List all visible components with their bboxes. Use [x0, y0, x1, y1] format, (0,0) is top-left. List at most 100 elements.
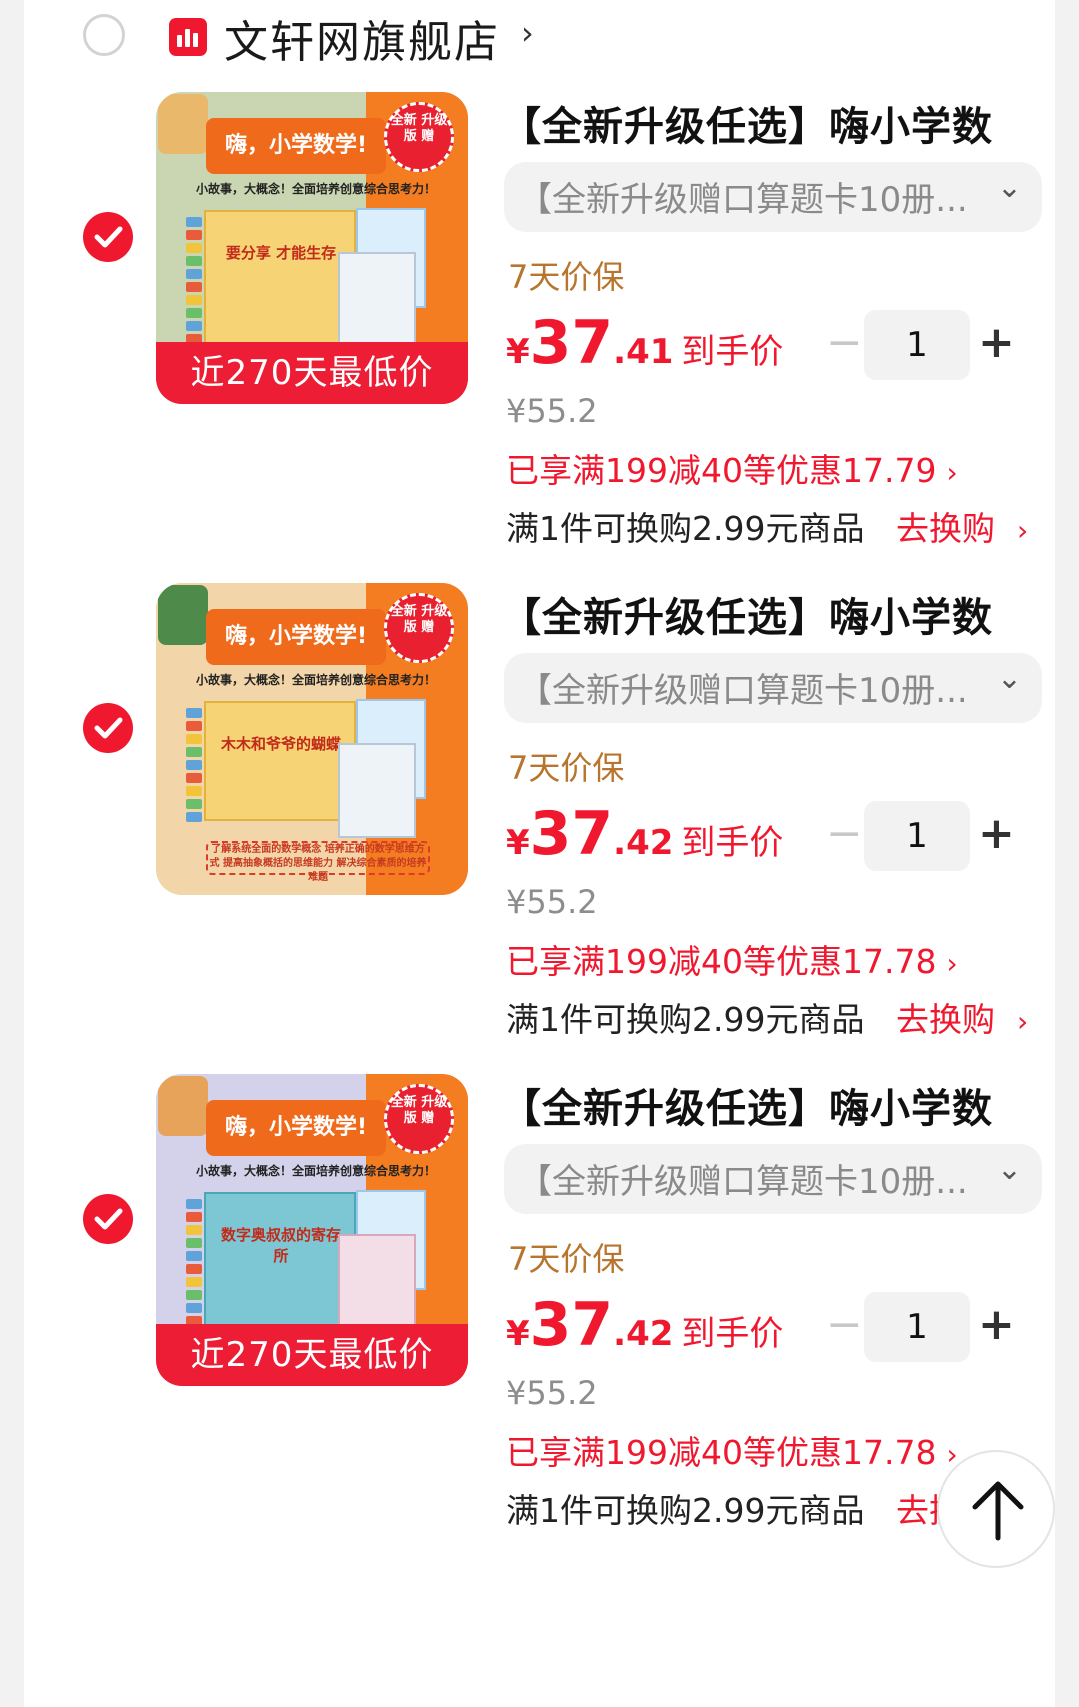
- final-price: ¥37.42 到手价: [506, 799, 783, 869]
- product-title[interactable]: 【全新升级任选】嗨小学数: [501, 585, 993, 643]
- increase-button[interactable]: +: [978, 310, 1015, 380]
- price-integer: 37: [529, 799, 614, 869]
- final-price: ¥37.42 到手价: [506, 1290, 783, 1360]
- cart-item: 嗨，小学数学! 全新 升级版 赠 小故事，大概念！全面培养创意综合思考力！ 要分…: [24, 92, 1055, 627]
- thumb-tagline: 小故事，大概念！全面培养创意综合思考力！: [195, 1164, 436, 1178]
- final-price: ¥37.41 到手价: [506, 308, 783, 378]
- item-check-icon[interactable]: [83, 212, 133, 262]
- exercise-book-cover: [338, 743, 416, 838]
- quantity-value[interactable]: 1: [864, 1292, 970, 1362]
- price-guarantee-tag: 7天价保: [508, 258, 625, 296]
- lowest-price-badge: 近270天最低价: [156, 342, 468, 404]
- price-guarantee-tag: 7天价保: [508, 1240, 625, 1278]
- product-thumbnail[interactable]: 嗨，小学数学! 全新 升级版 赠 小故事，大概念！全面培养创意综合思考力！ 要分…: [156, 92, 468, 404]
- variant-selector[interactable]: 【全新升级赠口算题卡10册... ⌄: [504, 653, 1042, 723]
- price-decimal: .42: [613, 1314, 674, 1354]
- promo-detail-link[interactable]: 已享满199减40等优惠17.78 ›: [506, 1426, 958, 1474]
- exchange-offer-text: 满1件可换购2.99元商品: [506, 509, 865, 548]
- exchange-offer-text: 满1件可换购2.99元商品: [506, 1491, 865, 1530]
- cartoon-robot-icon: [158, 585, 208, 645]
- shop-header[interactable]: 文轩网旗舰店 ›: [24, 0, 1055, 72]
- exchange-link-label: 去换购: [896, 509, 995, 548]
- original-price: ¥55.2: [506, 883, 598, 921]
- back-to-top-button[interactable]: [937, 1450, 1055, 1568]
- cart-item: 嗨，小学数学! 全新 升级版 赠 小故事，大概念！全面培养创意综合思考力！ 木木…: [24, 583, 1055, 1118]
- chevron-right-icon: ›: [1017, 514, 1029, 547]
- book-spines: [186, 1199, 202, 1339]
- price-label: 到手价: [681, 1314, 784, 1354]
- book-spines: [186, 217, 202, 357]
- shop-select-radio[interactable]: [83, 14, 125, 56]
- quantity-value[interactable]: 1: [864, 801, 970, 871]
- price-label: 到手价: [681, 332, 784, 372]
- promo-text: 已享满199减40等优惠17.79: [506, 451, 937, 490]
- original-price: ¥55.2: [506, 1374, 598, 1412]
- quantity-stepper[interactable]: − 1 +: [824, 801, 1024, 871]
- thumb-note: 了解系统全面的数学概念 培养正确的数学思维方式 提高抽象概括的思维能力 解决综合…: [206, 841, 430, 883]
- price-currency: ¥: [506, 1314, 530, 1354]
- thumb-banner: 嗨，小学数学!: [206, 609, 386, 665]
- variant-text: 【全新升级赠口算题卡10册...: [518, 671, 968, 711]
- book-spines: [186, 708, 202, 848]
- thumb-banner: 嗨，小学数学!: [206, 1100, 386, 1156]
- exchange-button[interactable]: 去换购 ›: [896, 993, 1028, 1041]
- price-label: 到手价: [681, 823, 784, 863]
- price-currency: ¥: [506, 332, 530, 372]
- thumb-seal: 全新 升级版 赠: [384, 593, 454, 663]
- chevron-down-icon: ⌄: [996, 661, 1022, 696]
- price-currency: ¥: [506, 823, 530, 863]
- original-price: ¥55.2: [506, 392, 598, 430]
- shop-bar-chart-icon: [169, 18, 207, 56]
- exchange-button[interactable]: 去换购 ›: [896, 502, 1028, 550]
- variant-selector[interactable]: 【全新升级赠口算题卡10册... ⌄: [504, 162, 1042, 232]
- arrow-up-icon: [972, 1481, 1024, 1541]
- decrease-button[interactable]: −: [826, 1292, 863, 1362]
- quantity-stepper[interactable]: − 1 +: [824, 1292, 1024, 1362]
- thumb-seal: 全新 升级版 赠: [384, 1084, 454, 1154]
- thumb-tagline: 小故事，大概念！全面培养创意综合思考力！: [195, 673, 436, 687]
- thumb-banner: 嗨，小学数学!: [206, 118, 386, 174]
- product-title[interactable]: 【全新升级任选】嗨小学数: [501, 1076, 993, 1134]
- decrease-button[interactable]: −: [826, 310, 863, 380]
- chevron-right-icon: ›: [946, 456, 958, 489]
- book-title: 木木和爷爷的蝴蝶: [220, 735, 341, 753]
- quantity-stepper[interactable]: − 1 +: [824, 310, 1024, 380]
- thumb-seal: 全新 升级版 赠: [384, 102, 454, 172]
- product-thumbnail[interactable]: 嗨，小学数学! 全新 升级版 赠 小故事，大概念！全面培养创意综合思考力！ 木木…: [156, 583, 468, 895]
- quantity-value[interactable]: 1: [864, 310, 970, 380]
- promo-detail-link[interactable]: 已享满199减40等优惠17.78 ›: [506, 935, 958, 983]
- cartoon-figure-icon: [158, 94, 208, 154]
- cart-shop-card: 文轩网旗舰店 › 嗨，小学数学! 全新 升级版 赠 小故事，大概念！全面培养创意…: [24, 0, 1055, 1707]
- price-integer: 37: [529, 308, 614, 378]
- product-thumbnail[interactable]: 嗨，小学数学! 全新 升级版 赠 小故事，大概念！全面培养创意综合思考力！ 数字…: [156, 1074, 468, 1386]
- increase-button[interactable]: +: [978, 801, 1015, 871]
- chevron-down-icon: ⌄: [996, 1152, 1022, 1187]
- item-check-icon[interactable]: [83, 703, 133, 753]
- item-check-icon[interactable]: [83, 1194, 133, 1244]
- promo-text: 已享满199减40等优惠17.78: [506, 942, 937, 981]
- price-guarantee-tag: 7天价保: [508, 749, 625, 787]
- book-cover: 木木和爷爷的蝴蝶: [204, 701, 356, 821]
- shop-chevron-right-icon[interactable]: ›: [521, 14, 534, 52]
- increase-button[interactable]: +: [978, 1292, 1015, 1362]
- lowest-price-badge: 近270天最低价: [156, 1324, 468, 1386]
- product-title[interactable]: 【全新升级任选】嗨小学数: [501, 94, 993, 152]
- cart-item: 嗨，小学数学! 全新 升级版 赠 小故事，大概念！全面培养创意综合思考力！ 数字…: [24, 1074, 1055, 1609]
- chevron-right-icon: ›: [1017, 1005, 1029, 1038]
- price-decimal: .41: [613, 332, 674, 372]
- exchange-link-label: 去换购: [896, 1000, 995, 1039]
- thumb-tagline: 小故事，大概念！全面培养创意综合思考力！: [195, 182, 436, 196]
- price-decimal: .42: [613, 823, 674, 863]
- exchange-offer-text: 满1件可换购2.99元商品: [506, 1000, 865, 1039]
- promo-detail-link[interactable]: 已享满199减40等优惠17.79 ›: [506, 444, 958, 492]
- price-integer: 37: [529, 1290, 614, 1360]
- variant-text: 【全新升级赠口算题卡10册...: [518, 1162, 968, 1202]
- chevron-right-icon: ›: [946, 947, 958, 980]
- book-title: 要分享 才能生存: [225, 244, 337, 262]
- promo-text: 已享满199减40等优惠17.78: [506, 1433, 937, 1472]
- shop-name[interactable]: 文轩网旗舰店: [224, 6, 500, 70]
- chevron-down-icon: ⌄: [996, 170, 1022, 205]
- variant-selector[interactable]: 【全新升级赠口算题卡10册... ⌄: [504, 1144, 1042, 1214]
- decrease-button[interactable]: −: [826, 801, 863, 871]
- book-title: 数字奥叔叔的寄存所: [220, 1226, 341, 1265]
